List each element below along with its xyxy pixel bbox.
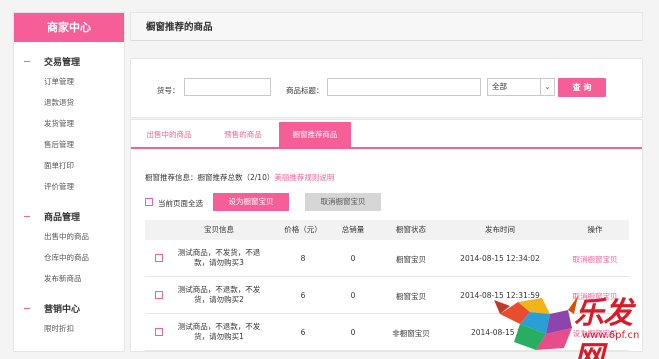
search-button[interactable]: 查 询	[558, 78, 606, 97]
sidebar-item-waybill-print[interactable]: 面单打印	[14, 155, 124, 176]
table-header: 宝贝信息 价格（元） 总销量 橱窗状态 发布时间 操作	[145, 220, 629, 240]
publish-time: 2014-08-15 12:34:02	[460, 254, 540, 263]
product-sales: 0	[350, 254, 356, 263]
dash-icon	[24, 215, 30, 217]
tab-bar: 出售中的商品 预售的商品 橱窗推荐商品	[131, 122, 642, 149]
nav-group-title[interactable]: 商品管理	[14, 206, 124, 226]
nav-group-marketing: 营销中心 限时折扣	[14, 298, 124, 339]
sidebar-item-shipping[interactable]: 发货管理	[14, 113, 124, 134]
tab-on-sale[interactable]: 出售中的商品	[131, 122, 207, 147]
item-no-input[interactable]	[184, 78, 271, 96]
sidebar-item-publish[interactable]: 发布新商品	[14, 268, 124, 289]
dash-icon	[24, 307, 30, 309]
page-title: 橱窗推荐的商品	[130, 12, 643, 41]
product-sales: 0	[350, 328, 356, 337]
product-name[interactable]: 测试商品，不退款，不发货，请勿购买2	[175, 285, 263, 305]
tab-window-recommend[interactable]: 橱窗推荐商品	[279, 122, 351, 147]
item-no-label: 货号：	[157, 86, 180, 95]
status-select-value: 全部	[492, 82, 507, 91]
sidebar-item-refunds[interactable]: 退款退货	[14, 92, 124, 113]
select-all-label: 当前页面全选	[158, 199, 203, 208]
tab-presale[interactable]: 预售的商品	[207, 122, 279, 147]
dash-icon	[24, 60, 30, 62]
bull-logo-icon	[494, 296, 578, 350]
sidebar: 商家中心 交易管理 订单管理 退款退货 发货管理 售后管理 面单打印 评价管理 …	[13, 12, 125, 352]
col-action: 操作	[587, 225, 603, 234]
sidebar-item-discount[interactable]: 限时折扣	[14, 318, 124, 339]
row-checkbox[interactable]	[155, 291, 163, 299]
col-publish-time: 发布时间	[485, 225, 515, 234]
cancel-window-button[interactable]: 取消橱窗宝贝	[305, 193, 381, 211]
nav-group-title[interactable]: 交易管理	[14, 51, 124, 71]
nav-group-products: 商品管理 出售中的商品 仓库中的商品 发布新商品	[14, 206, 124, 289]
sidebar-item-reviews[interactable]: 评价管理	[14, 176, 124, 197]
set-window-button[interactable]: 设为橱窗宝贝	[213, 193, 289, 211]
product-price: 6	[300, 291, 306, 300]
product-name[interactable]: 测试商品，不退款，不发货，请勿购买1	[175, 322, 263, 342]
status-select[interactable]: 全部 ⌄	[487, 78, 555, 96]
col-product-info: 宝贝信息	[204, 225, 234, 234]
product-sales: 0	[350, 291, 356, 300]
row-checkbox[interactable]	[155, 328, 163, 336]
title-input[interactable]	[327, 78, 481, 96]
window-info-text: 橱窗推荐信息：橱窗推荐总数（2/10）	[145, 173, 275, 182]
watermark-brand: 乐发网	[574, 296, 633, 359]
window-status: 橱窗宝贝	[396, 255, 426, 264]
window-status: 非橱窗宝贝	[392, 329, 430, 338]
sidebar-title: 商家中心	[14, 13, 124, 42]
col-window-status: 橱窗状态	[396, 225, 426, 234]
product-price: 8	[300, 254, 306, 263]
watermark-url: www.6pf.cn	[582, 330, 640, 341]
col-price: 价格（元）	[284, 225, 322, 234]
product-price: 6	[300, 328, 306, 337]
sidebar-item-aftersales[interactable]: 售后管理	[14, 134, 124, 155]
select-all-checkbox[interactable]	[145, 198, 153, 206]
row-action-link[interactable]: 取消橱窗宝贝	[565, 254, 625, 265]
rules-link[interactable]: 美丽推荐规则说明	[274, 173, 334, 182]
nav-group-title[interactable]: 营销中心	[14, 298, 124, 318]
sidebar-item-on-sale[interactable]: 出售中的商品	[14, 226, 124, 247]
sidebar-item-orders[interactable]: 订单管理	[14, 71, 124, 92]
product-name[interactable]: 测试商品，不发货，不退款，请勿购买3	[175, 248, 263, 268]
bulk-actions: 当前页面全选 设为橱窗宝贝 取消橱窗宝贝	[145, 193, 625, 213]
watermark-logo: 乐发网 www.6pf.cn	[490, 284, 650, 359]
col-sales: 总销量	[341, 225, 365, 234]
window-status: 橱窗宝贝	[396, 292, 426, 301]
chevron-down-icon: ⌄	[540, 79, 554, 95]
search-panel: 货号： 商品标题： 全部 ⌄ 查 询	[130, 58, 643, 118]
table-row: 测试商品，不发货，不退款，请勿购买3 8 0 橱窗宝贝 2014-08-15 1…	[145, 240, 629, 277]
window-info: 橱窗推荐信息：橱窗推荐总数（2/10）美丽推荐规则说明	[145, 172, 334, 183]
sidebar-item-warehouse[interactable]: 仓库中的商品	[14, 247, 124, 268]
title-label: 商品标题：	[286, 86, 324, 95]
row-checkbox[interactable]	[155, 254, 163, 262]
nav-group-trade: 交易管理 订单管理 退款退货 发货管理 售后管理 面单打印 评价管理	[14, 51, 124, 197]
